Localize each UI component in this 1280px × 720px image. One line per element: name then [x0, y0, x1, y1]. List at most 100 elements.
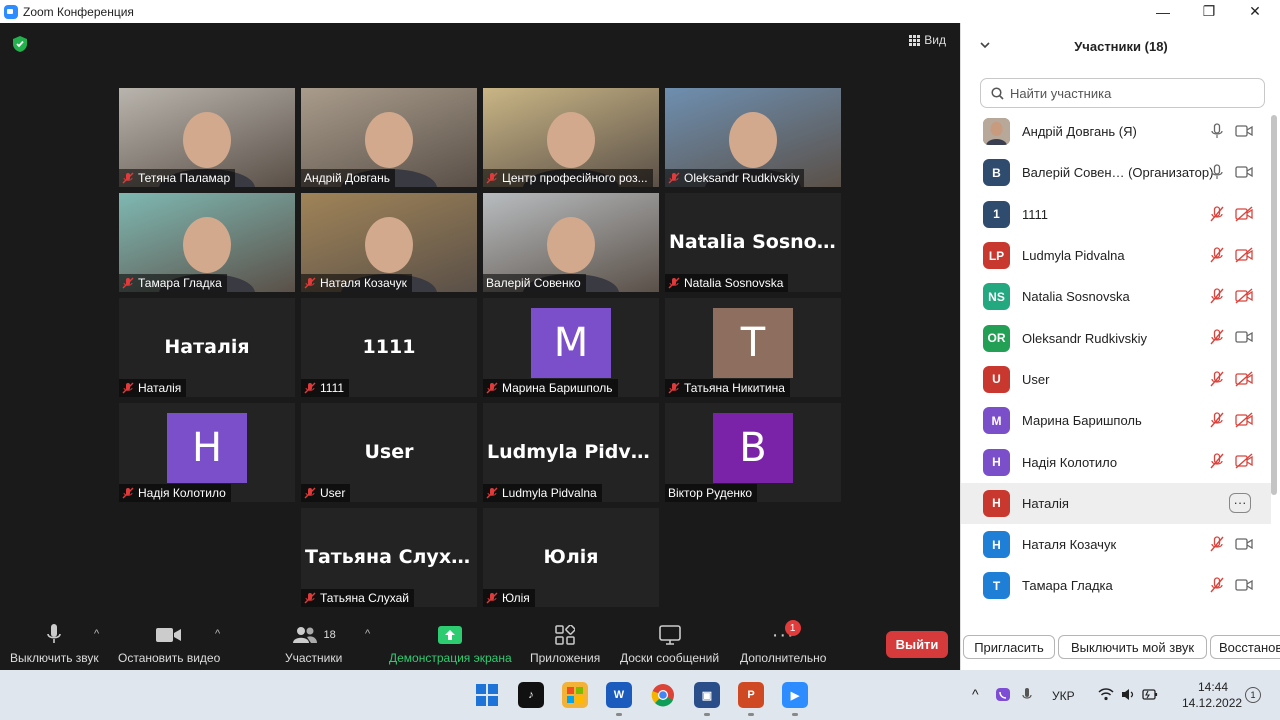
panel-scrollbar[interactable] [1271, 115, 1277, 495]
participant-row[interactable]: M Марина Баришполь [961, 400, 1271, 441]
video-options-caret-icon[interactable]: ^ [215, 628, 220, 640]
minimize-button[interactable]: — [1140, 0, 1186, 23]
participant-row[interactable]: T Тамара Гладка [961, 565, 1271, 606]
mic-muted-icon[interactable] [1209, 371, 1225, 387]
video-tile[interactable]: Валерій Совенко [483, 193, 659, 292]
camera-off-icon[interactable] [1235, 206, 1253, 222]
video-tile[interactable]: Наталя Козачук [301, 193, 477, 292]
participant-row[interactable]: LP Ludmyla Pidvalna [961, 235, 1271, 276]
participant-row[interactable]: H Наталя Козачук [961, 524, 1271, 565]
mic-on-icon[interactable] [1209, 123, 1225, 139]
mic-muted-icon[interactable] [1209, 536, 1225, 552]
video-tile[interactable]: Тетяна Паламар [119, 88, 295, 187]
participant-row[interactable]: H Наталія ··· [961, 482, 1271, 524]
camera-off-icon[interactable] [1235, 453, 1253, 469]
camera-off-icon[interactable] [1235, 288, 1253, 304]
mic-muted-icon[interactable] [1209, 329, 1225, 345]
mic-muted-icon[interactable] [1209, 205, 1225, 222]
camera-on-icon[interactable] [1235, 577, 1253, 593]
participant-name: Ludmyla Pidvalna [1022, 248, 1125, 264]
zoom-icon[interactable]: ▶ [782, 682, 808, 708]
camera-on-icon[interactable] [1235, 164, 1253, 180]
video-tile[interactable]: H Надія Колотило [119, 403, 295, 502]
participant-row[interactable]: H Надія Колотило [961, 441, 1271, 482]
view-button[interactable]: Вид [909, 33, 946, 47]
viber-icon[interactable] [995, 687, 1011, 703]
mic-muted-icon[interactable] [1209, 288, 1225, 304]
mic-muted-icon[interactable] [1209, 577, 1225, 593]
restore-button[interactable]: Восстанов [1210, 635, 1280, 659]
video-tile[interactable]: Ludmyla Pidvalna Ludmyla Pidvalna [483, 403, 659, 502]
stop-video-button[interactable]: Остановить видео [118, 622, 220, 665]
mic-muted-icon[interactable] [1209, 453, 1225, 469]
tile-name: Oleksandr Rudkivskiy [684, 171, 800, 185]
encryption-shield-icon[interactable] [12, 35, 28, 53]
participant-row[interactable]: B Валерій Совен… (Организатор) [961, 152, 1271, 193]
participants-button[interactable]: 18 Участники [285, 622, 342, 665]
word-icon[interactable]: W [606, 682, 632, 708]
participant-row[interactable]: Андрій Довгань (Я) [961, 111, 1271, 152]
speaker-icon[interactable] [1121, 688, 1136, 701]
participants-caret-icon[interactable]: ^ [365, 628, 370, 640]
mute-me-button[interactable]: Выключить мой звук [1058, 635, 1207, 659]
video-tile[interactable]: User User [301, 403, 477, 502]
participant-more-button[interactable]: ··· [1229, 492, 1251, 513]
camera-off-icon[interactable] [1235, 247, 1253, 263]
video-tile[interactable]: Oleksandr Rudkivskiy [665, 88, 841, 187]
video-tile[interactable]: Центр професійного роз... [483, 88, 659, 187]
tiktok-icon[interactable]: ♪ [518, 682, 544, 708]
clock-time[interactable]: 14:44 [1198, 680, 1228, 694]
participant-search[interactable] [980, 78, 1265, 108]
camera-on-icon[interactable] [1235, 536, 1253, 552]
powerpoint-icon[interactable]: P [738, 682, 764, 708]
share-screen-button[interactable]: Демонстрация экрана [389, 622, 512, 665]
mute-button[interactable]: Выключить звук [10, 622, 99, 665]
video-tile[interactable]: Татьяна Слухай Татьяна Слухай [301, 508, 477, 607]
language-indicator[interactable]: УКР [1052, 689, 1075, 703]
close-button[interactable]: ✕ [1232, 0, 1278, 23]
video-tile[interactable]: 1111 1111 [301, 298, 477, 397]
video-tile[interactable]: T Татьяна Никитина [665, 298, 841, 397]
audio-options-caret-icon[interactable]: ^ [94, 628, 99, 640]
running-indicator [748, 713, 754, 716]
save-app-icon[interactable]: ▣ [694, 682, 720, 708]
maximize-button[interactable]: ❐ [1186, 0, 1232, 23]
tile-name: 1111 [320, 381, 345, 395]
mic-on-icon[interactable] [1209, 164, 1225, 180]
invite-button[interactable]: Пригласить [963, 635, 1055, 659]
search-input[interactable] [1010, 85, 1250, 101]
video-tile[interactable]: Юлія Юлія [483, 508, 659, 607]
leave-button[interactable]: Выйти [886, 631, 948, 658]
tray-microphone-icon[interactable] [1022, 687, 1032, 703]
tray-expand-icon[interactable]: ^ [972, 686, 979, 702]
mic-muted-icon[interactable] [1209, 412, 1225, 428]
video-tile[interactable]: Natalia Sosnovs... Natalia Sosnovska [665, 193, 841, 292]
participant-row[interactable]: OR Oleksandr Rudkivskiy [961, 317, 1271, 358]
apps-button[interactable]: Приложения [530, 622, 600, 665]
microsoft-store-icon[interactable] [562, 682, 588, 708]
participant-row[interactable]: NS Natalia Sosnovska [961, 276, 1271, 317]
video-tile[interactable]: M Марина Баришполь [483, 298, 659, 397]
video-tile[interactable]: B Віктор Руденко [665, 403, 841, 502]
chrome-icon[interactable] [650, 682, 676, 708]
camera-off-icon[interactable] [1235, 371, 1253, 387]
video-tile[interactable]: Наталія Наталія [119, 298, 295, 397]
video-tile[interactable]: Тамара Гладка [119, 193, 295, 292]
battery-icon[interactable] [1142, 688, 1158, 701]
wifi-icon[interactable] [1098, 688, 1114, 701]
camera-on-icon[interactable] [1235, 123, 1253, 139]
video-tile[interactable]: Андрій Довгань [301, 88, 477, 187]
mic-muted-icon[interactable] [1209, 247, 1225, 263]
tile-avatar: B [713, 413, 793, 483]
more-button[interactable]: ··· 1 Дополнительно [740, 620, 826, 665]
participant-row[interactable]: 1 1111 [961, 194, 1271, 235]
windows-start-icon[interactable] [474, 682, 500, 708]
tile-name: Надія Колотило [138, 486, 226, 500]
whiteboard-button[interactable]: Доски сообщений [620, 622, 719, 665]
clock-date[interactable]: 14.12.2022 [1182, 696, 1242, 710]
camera-off-icon[interactable] [1235, 412, 1253, 428]
notification-count[interactable]: 1 [1245, 687, 1261, 703]
camera-on-icon[interactable] [1235, 329, 1253, 345]
participant-row[interactable]: U User [961, 359, 1271, 400]
tile-avatar: T [713, 308, 793, 378]
